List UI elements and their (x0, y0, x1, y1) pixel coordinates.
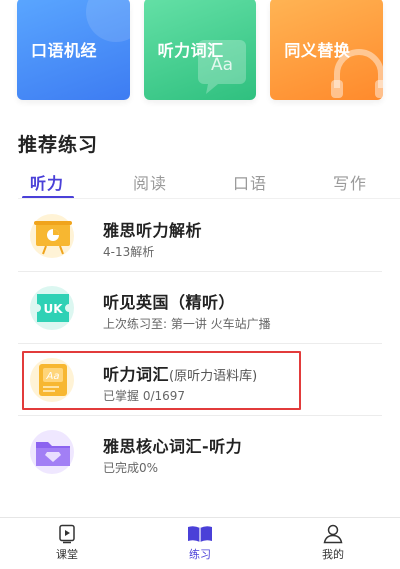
list-item[interactable]: 雅思核心词汇-听力 已完成0% (18, 416, 382, 488)
tab-listening[interactable]: 听力 (30, 170, 64, 194)
tab-speaking[interactable]: 口语 (233, 170, 267, 194)
card-label: 口语机经 (31, 41, 98, 60)
bottom-nav: 课堂 练习 我的 (0, 517, 400, 569)
practice-tabs: 听力 阅读 口语 写作 (0, 170, 400, 200)
nav-practice[interactable]: 练习 (170, 524, 230, 562)
profile-icon (323, 524, 343, 544)
card-label: 同义替换 (284, 41, 351, 60)
nav-classroom[interactable]: 课堂 (37, 524, 97, 562)
book-icon (188, 526, 212, 542)
tab-reading[interactable]: 阅读 (133, 170, 167, 194)
category-cards: 口语机经 Aa 听力词汇 同义替换 (17, 0, 384, 104)
list-item[interactable]: 雅思听力解析 4-13解析 (18, 200, 382, 272)
card-label: 听力词汇 (157, 41, 224, 60)
item-title: 雅思听力解析 (103, 221, 203, 240)
nav-profile[interactable]: 我的 (303, 524, 363, 562)
highlight-box (22, 351, 301, 410)
presentation-chart-icon (28, 210, 80, 262)
list-item[interactable]: UK 听见英国（精听） 上次练习至: 第一讲 火车站广播 (18, 272, 382, 344)
svg-text:UK: UK (43, 302, 63, 316)
tabs-divider (18, 198, 400, 199)
classroom-icon (59, 524, 75, 544)
item-title: 雅思核心词汇-听力 (103, 437, 243, 456)
item-subtitle: 上次练习至: 第一讲 火车站广播 (103, 317, 271, 331)
uk-ticket-icon: UK (28, 282, 80, 334)
card-listening-vocab[interactable]: Aa 听力词汇 (143, 0, 257, 100)
card-speaking-jijing[interactable]: 口语机经 (17, 0, 130, 100)
section-title: 推荐练习 (18, 134, 99, 156)
tab-writing[interactable]: 写作 (333, 170, 367, 194)
folder-diamond-icon (28, 426, 80, 478)
item-subtitle: 4-13解析 (103, 245, 155, 259)
nav-label: 练习 (189, 548, 211, 561)
nav-label: 我的 (322, 548, 344, 561)
card-synonym-replace[interactable]: 同义替换 (270, 0, 384, 100)
nav-label: 课堂 (56, 548, 78, 561)
item-subtitle: 已完成0% (103, 461, 159, 475)
item-title: 听见英国（精听） (103, 293, 236, 312)
